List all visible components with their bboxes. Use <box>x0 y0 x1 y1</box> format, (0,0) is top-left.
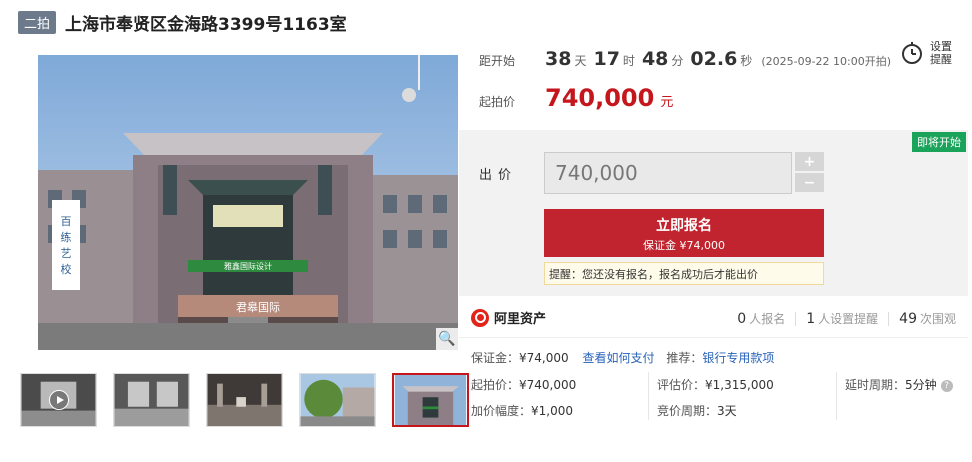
signup-deposit-note: 保证金 ¥74,000 <box>643 239 725 252</box>
deposit-label: 保证金： <box>471 351 520 365</box>
countdown-minutes: 48 <box>641 48 669 70</box>
countdown-hours: 17 <box>593 48 620 70</box>
reminder-count-label: 人设置提醒 <box>818 312 879 326</box>
thumbnail-strip <box>20 373 469 427</box>
countdown-hours-unit: 时 <box>622 54 635 68</box>
auction-stats: 0 人报名 1 人设置提醒 49 次围观 <box>737 310 956 327</box>
bid-cycle-info: 竞价周期：3天 <box>657 402 737 419</box>
countdown-row: 距开始 38 天 17 时 48 分 02.6 秒 (2025-09-22 10… <box>479 48 891 70</box>
increment-info: 加价幅度：¥1,000 <box>471 402 573 419</box>
reminder-count: 1 <box>806 311 816 327</box>
svg-text:艺: 艺 <box>61 247 72 260</box>
set-reminder-button[interactable]: 设置提醒 <box>899 40 958 66</box>
thumbnail-image <box>207 374 282 426</box>
status-badge: 即将开始 <box>912 132 966 152</box>
recommend-link[interactable]: 银行专用款项 <box>702 351 774 365</box>
platform-logo[interactable]: 阿里资产 <box>471 308 546 327</box>
increment-value: ¥1,000 <box>531 404 574 418</box>
thumbnail-3[interactable] <box>206 373 283 427</box>
platform-name: 阿里资产 <box>494 312 547 327</box>
thumbnail-image <box>114 374 189 426</box>
page-title: 上海市奉贤区金海路3399号1163室 <box>65 14 347 35</box>
view-count: 49 <box>899 311 917 327</box>
thumbnail-2[interactable] <box>113 373 190 427</box>
countdown-minutes-unit: 分 <box>671 54 684 68</box>
countdown-seconds: 02.6 <box>690 48 738 70</box>
alarm-clock-icon <box>902 42 922 64</box>
increment-label: 加价幅度： <box>471 404 532 418</box>
thumbnail-image <box>394 375 467 425</box>
appraisal-value: ¥1,315,000 <box>705 378 774 392</box>
auction-round-badge: 二拍 <box>18 10 57 34</box>
countdown-seconds-unit: 秒 <box>740 54 753 68</box>
svg-text:校: 校 <box>61 262 72 276</box>
bid-cycle-label: 竞价周期： <box>657 404 718 418</box>
start-price-label: 起拍价 <box>479 95 516 109</box>
recommend-label: 推荐： <box>666 351 703 365</box>
signup-button[interactable]: 立即报名 保证金 ¥74,000 <box>544 209 824 257</box>
svg-text:君皋国际: 君皋国际 <box>236 300 280 314</box>
detail-start-price-value: ¥740,000 <box>519 378 577 392</box>
help-icon[interactable]: ? <box>940 380 953 392</box>
main-property-image[interactable]: 百 练 艺 校 雅鑫国际设计 君皋国际 🔍 <box>38 55 458 350</box>
title-row: 二拍 上海市奉贤区金海路3399号1163室 <box>18 9 347 35</box>
play-icon <box>49 390 69 410</box>
thumbnail-image <box>300 374 375 426</box>
bid-increase-button[interactable]: + <box>795 152 824 171</box>
bid-label: 出价 <box>479 168 518 183</box>
ali-logo-icon <box>471 308 489 327</box>
bid-cycle-value: 3天 <box>717 404 737 418</box>
building-photo: 百 练 艺 校 雅鑫国际设计 君皋国际 <box>38 55 458 350</box>
bid-amount-input[interactable]: 740,000 <box>544 152 792 194</box>
start-price-unit: 元 <box>660 95 674 110</box>
delay-info: 延时周期：5分钟? <box>845 376 953 393</box>
countdown-days: 38 <box>545 48 572 70</box>
bid-section: 即将开始 出价 740,000 + − 立即报名 保证金 ¥74,000 提醒：… <box>459 130 968 296</box>
thumbnail-4[interactable] <box>299 373 376 427</box>
signup-button-label: 立即报名 <box>656 218 712 234</box>
zoom-icon[interactable]: 🔍 <box>436 328 458 350</box>
view-count-label: 次围观 <box>919 312 956 326</box>
appraisal-label: 评估价： <box>657 378 706 392</box>
divider <box>795 311 797 326</box>
signup-tip: 提醒：您还没有报名，报名成功后才能出价 <box>544 262 824 285</box>
start-price-value: 740,000 <box>545 84 655 112</box>
thumbnail-video[interactable] <box>20 373 97 427</box>
signup-count-label: 人报名 <box>749 312 786 326</box>
start-time-note: (2025-09-22 10:00开拍) <box>761 55 892 68</box>
set-reminder-label: 设置提醒 <box>930 40 952 66</box>
start-price-row: 起拍价 740,000 元 <box>479 84 673 112</box>
svg-text:练: 练 <box>61 230 72 244</box>
signup-count: 0 <box>737 311 747 327</box>
delay-value: 5分钟 <box>905 378 937 392</box>
countdown-label: 距开始 <box>479 54 516 68</box>
divider <box>648 372 649 420</box>
svg-text:百: 百 <box>61 215 72 228</box>
appraisal-info: 评估价：¥1,315,000 <box>657 376 774 393</box>
bid-decrease-button[interactable]: − <box>795 173 824 192</box>
divider <box>836 372 837 420</box>
countdown-days-unit: 天 <box>574 54 587 68</box>
divider <box>888 311 890 326</box>
how-to-pay-link[interactable]: 查看如何支付 <box>582 351 654 365</box>
thumbnail-5-selected[interactable] <box>392 373 469 427</box>
detail-start-price: 起拍价：¥740,000 <box>471 376 576 393</box>
detail-start-price-label: 起拍价： <box>471 378 520 392</box>
delay-label: 延时周期： <box>845 378 906 392</box>
platform-row: 阿里资产 0 人报名 1 人设置提醒 49 次围观 <box>459 296 968 338</box>
deposit-info: 保证金：¥74,000 查看如何支付 推荐：银行专用款项 <box>471 349 774 366</box>
deposit-value: ¥74,000 <box>519 351 569 365</box>
svg-text:雅鑫国际设计: 雅鑫国际设计 <box>224 261 272 271</box>
